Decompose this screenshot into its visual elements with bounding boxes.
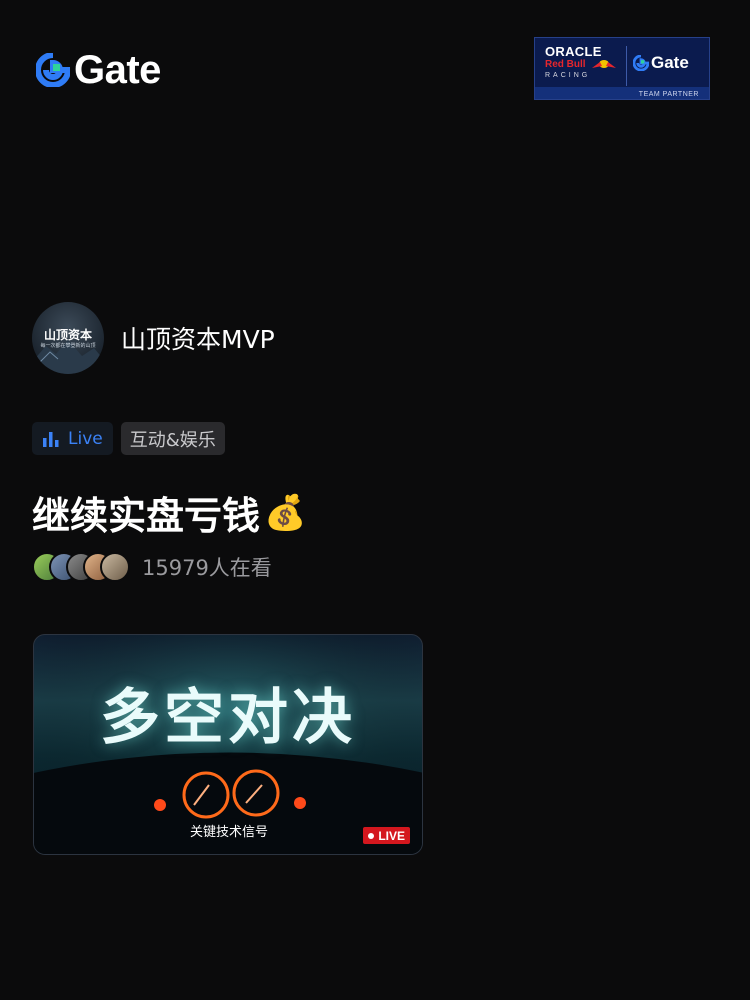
live-badge-label: LIVE [378,828,405,843]
stream-preview-card[interactable]: 多空对决 关键技术信号 LIVE [33,634,423,855]
card-title: 多空对决 [100,683,356,753]
gate-logo-icon [36,53,70,87]
category-tag[interactable]: 互动&娱乐 [120,422,225,455]
signal-bars-icon [43,431,59,447]
viewer-row: 15979人在看 [32,552,272,582]
gate-logo-icon [633,55,649,71]
team-partner-text: TEAM PARTNER [638,91,699,98]
tag-row: Live 互动&娱乐 [32,422,225,455]
money-bag-icon: 💰 [264,492,307,533]
bull-logo-icon [592,60,616,68]
gate-logo[interactable]: Gate [36,50,161,90]
host-name[interactable]: 山顶资本MVP [121,320,275,356]
stream-title-text: 继续实盘亏钱 [32,494,261,538]
brand-name: Gate [74,48,161,92]
redbull-text: Red Bull [545,59,586,70]
partner-gate-logo: Gate [633,53,689,73]
host-profile[interactable]: 山顶资本 每一次都在攀登新的山顶 山顶资本MVP [32,302,275,374]
live-dot-icon [368,832,375,839]
live-tag-label: Live [68,428,103,449]
host-avatar[interactable]: 山顶资本 每一次都在攀登新的山顶 [32,302,104,374]
avatar-title: 山顶资本 [43,328,92,342]
live-tag: Live [32,422,113,455]
racing-text: RACING [545,72,591,79]
viewer-avatar [100,552,130,582]
partner-divider [626,46,627,86]
partner-gate-text: Gate [651,53,689,72]
stream-title: 继续实盘亏钱 💰 [32,485,306,540]
avatar-subtitle: 每一次都在攀登新的山顶 [40,343,96,349]
viewer-count: 15979人在看 [142,556,272,580]
category-tag-label: 互动&娱乐 [129,429,216,451]
oracle-text: ORACLE [545,44,602,59]
team-partner-banner[interactable]: ORACLE Red Bull RACING Gate TEAM PARTNER [534,37,710,100]
live-badge: LIVE [363,827,410,844]
